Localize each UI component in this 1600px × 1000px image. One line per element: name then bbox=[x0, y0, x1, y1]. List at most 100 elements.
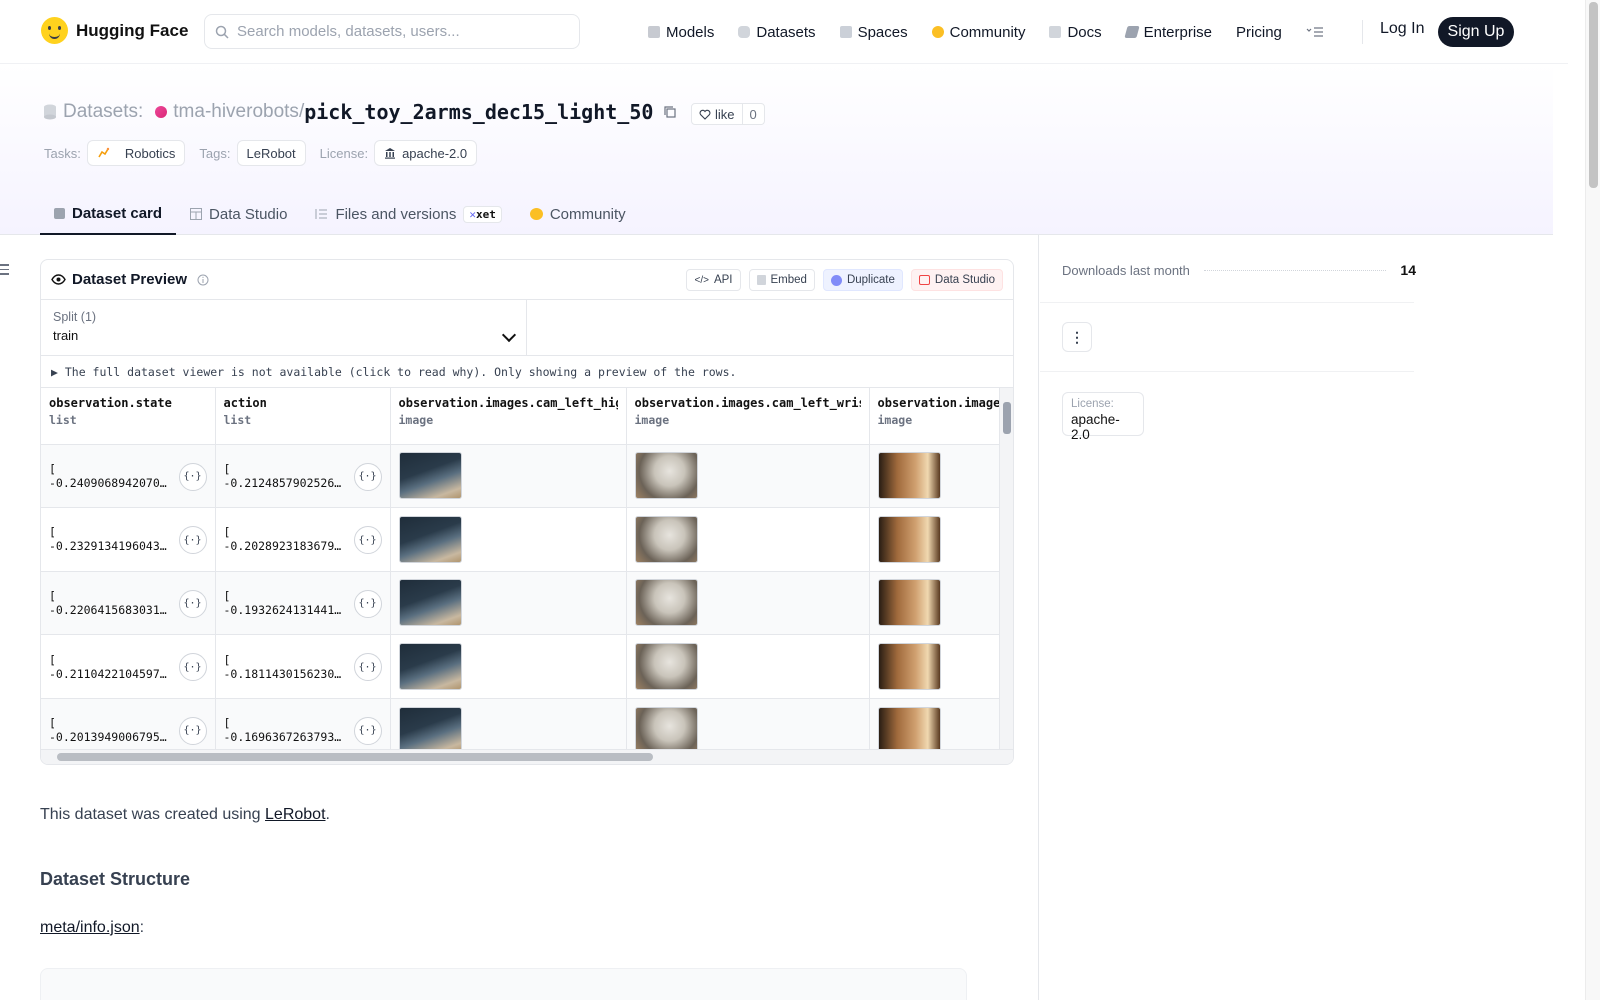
split-select[interactable]: Split (1) train bbox=[41, 300, 527, 355]
image-thumbnail[interactable] bbox=[877, 706, 941, 754]
intro-text: This dataset was created using bbox=[40, 806, 266, 823]
copy-icon[interactable] bbox=[663, 105, 677, 119]
info-icon[interactable] bbox=[197, 274, 209, 286]
table-row[interactable]: [-0.2409068942070… {·}[-0.2124857902526…{… bbox=[41, 444, 1013, 509]
meta-colon: : bbox=[139, 919, 145, 936]
search-input[interactable] bbox=[237, 23, 557, 40]
book-icon bbox=[1049, 26, 1062, 38]
license-chip[interactable]: apache-2.0 bbox=[374, 140, 478, 166]
api-button[interactable]: </> API bbox=[686, 269, 741, 291]
downloads-label: Downloads last month bbox=[1062, 262, 1190, 278]
nav-datasets[interactable]: Datasets bbox=[738, 18, 816, 46]
viewer-notice[interactable]: ▶ The full dataset viewer is not availab… bbox=[41, 356, 1013, 388]
brand-link[interactable]: Hugging Face bbox=[41, 17, 188, 44]
search-box[interactable] bbox=[204, 14, 580, 49]
xet-icon: ✕ bbox=[469, 207, 476, 221]
main-nav: Models Datasets Spaces Community Docs En… bbox=[648, 18, 1348, 46]
expand-json-button[interactable]: {·} bbox=[178, 589, 207, 618]
expand-json-button[interactable]: {·} bbox=[353, 589, 382, 618]
table-row[interactable]: [-0.2206415683031… {·}[-0.1932624131441…{… bbox=[41, 571, 1013, 636]
expand-json-button[interactable]: {·} bbox=[353, 716, 382, 745]
tab-dataset-card[interactable]: Dataset card bbox=[40, 193, 177, 235]
expand-json-button[interactable]: {·} bbox=[178, 526, 207, 555]
scrollbar-thumb[interactable] bbox=[57, 753, 653, 761]
tab-community[interactable]: Community bbox=[516, 193, 640, 235]
tab-files[interactable]: Files and versions ✕xet bbox=[301, 193, 515, 235]
state-cell: [-0.2110422104597… {·} bbox=[41, 634, 216, 699]
more-menu-button[interactable] bbox=[1306, 18, 1324, 46]
tab-label: Files and versions bbox=[335, 205, 457, 223]
nav-spaces[interactable]: Spaces bbox=[839, 18, 908, 46]
image-thumbnail[interactable] bbox=[634, 706, 698, 754]
repo-meta: Tasks: Robotics Tags: LeRobot License: a… bbox=[44, 140, 491, 166]
table-vertical-scrollbar[interactable] bbox=[999, 388, 1013, 764]
column-name: action bbox=[223, 396, 267, 410]
column-header[interactable]: observation.images.cam_left_high image bbox=[390, 388, 627, 445]
nav-models[interactable]: Models bbox=[648, 18, 714, 46]
image-thumbnail[interactable] bbox=[398, 452, 462, 500]
scrollbar-thumb[interactable] bbox=[1589, 2, 1598, 188]
list-value: [-0.2409068942070… bbox=[49, 462, 167, 490]
table-horizontal-scrollbar[interactable] bbox=[41, 749, 1013, 764]
column-header[interactable]: observation.images.cam_left_wrist image bbox=[626, 388, 870, 445]
repo-owner[interactable]: tma-hiverobots bbox=[173, 101, 299, 123]
page-scrollbar[interactable] bbox=[1585, 0, 1600, 1000]
image-thumbnail[interactable] bbox=[877, 643, 941, 691]
table-row[interactable]: [-0.2329134196043… {·}[-0.2028923183679…{… bbox=[41, 507, 1013, 572]
image-thumbnail[interactable] bbox=[634, 515, 698, 563]
task-label: Robotics bbox=[124, 145, 176, 161]
task-chip[interactable]: Robotics bbox=[86, 140, 186, 166]
table-row[interactable]: [-0.2110422104597… {·}[-0.1811430156230…{… bbox=[41, 634, 1013, 699]
image-thumbnail[interactable] bbox=[398, 579, 462, 627]
signup-button[interactable]: Sign Up bbox=[1438, 17, 1514, 47]
expand-json-button[interactable]: {·} bbox=[178, 462, 207, 491]
image-thumbnail[interactable] bbox=[877, 452, 941, 500]
column-header[interactable]: observation.images image bbox=[869, 388, 1013, 445]
scrollbar-thumb[interactable] bbox=[1003, 402, 1011, 434]
nav-label: Pricing bbox=[1236, 23, 1282, 41]
downloads-value: 14 bbox=[1400, 262, 1416, 278]
sidebar-toggle-icon[interactable] bbox=[0, 264, 10, 278]
embed-button[interactable]: Embed bbox=[748, 269, 815, 291]
more-options-button[interactable]: ⋮ bbox=[1062, 322, 1092, 352]
image-thumbnail[interactable] bbox=[877, 515, 941, 563]
nav-community[interactable]: Community bbox=[931, 18, 1025, 46]
login-link[interactable]: Log In bbox=[1380, 20, 1424, 38]
duplicate-button[interactable]: Duplicate bbox=[822, 269, 903, 291]
api-label: API bbox=[713, 274, 733, 286]
list-value: [-0.1696367263793… bbox=[224, 716, 342, 744]
meta-info-link[interactable]: meta/info.json bbox=[40, 919, 140, 936]
image-thumbnail[interactable] bbox=[398, 515, 462, 563]
list-value: [-0.2329134196043… bbox=[49, 525, 167, 553]
expand-json-button[interactable]: {·} bbox=[178, 653, 207, 682]
repo-name[interactable]: pick_toy_2arms_dec15_light_50 bbox=[304, 100, 653, 124]
image-thumbnail[interactable] bbox=[634, 643, 698, 691]
nav-docs[interactable]: Docs bbox=[1049, 18, 1102, 46]
expand-json-button[interactable]: {·} bbox=[353, 653, 382, 682]
column-header[interactable]: observation.state list bbox=[41, 388, 216, 445]
data-studio-button[interactable]: Data Studio bbox=[910, 269, 1003, 291]
split-value: train bbox=[53, 328, 79, 343]
tag-chip[interactable]: LeRobot bbox=[236, 140, 306, 166]
image-thumbnail[interactable] bbox=[634, 579, 698, 627]
column-header[interactable]: action list bbox=[215, 388, 391, 445]
nav-pricing[interactable]: Pricing bbox=[1236, 18, 1282, 46]
expand-json-button[interactable]: {·} bbox=[178, 716, 207, 745]
community-icon bbox=[931, 26, 944, 38]
image-thumbnail[interactable] bbox=[634, 452, 698, 500]
action-value: -0.1932624131441… bbox=[223, 602, 342, 617]
list-value: [-0.2110422104597… bbox=[49, 653, 167, 681]
image-thumbnail[interactable] bbox=[398, 706, 462, 754]
nav-enterprise[interactable]: Enterprise bbox=[1124, 18, 1212, 46]
image-thumbnail[interactable] bbox=[877, 579, 941, 627]
expand-json-button[interactable]: {·} bbox=[353, 462, 382, 491]
lerobot-link[interactable]: LeRobot bbox=[265, 806, 326, 823]
database-icon bbox=[44, 104, 56, 120]
xet-badge: ✕xet bbox=[463, 205, 502, 223]
expand-json-button[interactable]: {·} bbox=[353, 526, 382, 555]
sidebar-divider bbox=[1038, 235, 1039, 1000]
like-button[interactable]: like 0 bbox=[691, 103, 765, 125]
image-thumbnail[interactable] bbox=[398, 643, 462, 691]
tab-data-studio[interactable]: Data Studio bbox=[176, 193, 301, 235]
image-cell bbox=[626, 571, 870, 636]
